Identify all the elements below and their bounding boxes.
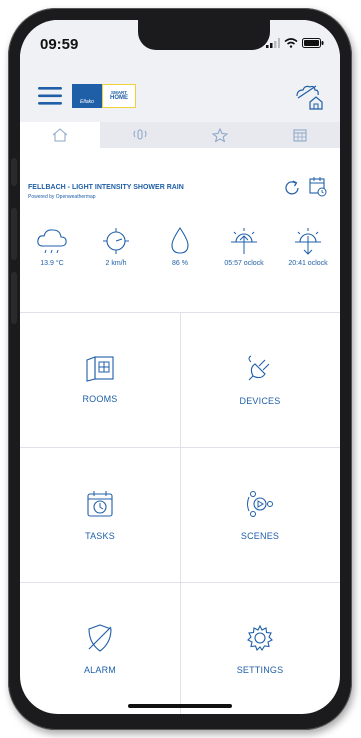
humidity-drop-icon [171, 227, 189, 254]
sunset-icon [295, 228, 321, 255]
menu-settings-button[interactable]: SETTINGS [180, 582, 340, 714]
smart-home-badge: SMART HOME [102, 84, 136, 108]
brand-logo: Eltako SMART HOME [72, 84, 136, 108]
tab-calendar[interactable] [260, 122, 340, 148]
menu-alarm-label: ALARM [83, 665, 116, 675]
menu-scenes-button[interactable]: SCENES [180, 447, 340, 582]
tab-sensors[interactable] [100, 122, 180, 148]
wifi-icon [284, 38, 298, 48]
eltako-logo-text: Eltako [80, 99, 94, 105]
weather-wind: 2 km/h [105, 260, 127, 267]
menu-rooms-label: ROOMS [82, 393, 118, 404]
scenes-icon [247, 490, 273, 517]
refresh-icon[interactable] [282, 178, 302, 198]
weather-title: FELLBACH - LIGHT INTENSITY SHOWER RAIN [28, 184, 184, 191]
tab-home[interactable] [20, 122, 100, 148]
weather-stat-humidity: 86 % [149, 226, 211, 296]
menu-settings-label: SETTINGS [236, 665, 284, 675]
weather-stats: 13.9 °C 2 km/h 86 % 05:57 oclock 20:41 o… [20, 226, 340, 296]
mute-switch [11, 158, 17, 186]
eltako-logo: Eltako [72, 84, 102, 108]
plug-icon [248, 355, 270, 380]
alarm-shield-icon [88, 624, 112, 652]
menu-tasks-label: TASKS [85, 530, 115, 541]
menu-devices-label: DEVICES [239, 395, 281, 406]
sunrise-icon [231, 228, 257, 254]
weather-stat-temperature: 13.9 °C [21, 226, 83, 296]
weather-calendar-icon[interactable] [308, 176, 328, 198]
status-icons [266, 38, 324, 48]
tab-favorites[interactable] [180, 122, 260, 148]
battery-icon [302, 38, 324, 48]
cloud-rain-icon [37, 229, 67, 254]
star-icon [212, 128, 228, 142]
volume-up-button [11, 208, 17, 260]
menu-devices-button[interactable]: DEVICES [180, 312, 340, 447]
weather-stat-wind: 2 km/h [85, 226, 147, 296]
weather-subtitle: Powered by Openweathermap [28, 194, 96, 200]
home-indicator[interactable] [128, 704, 232, 708]
phone-screen: 09:59 Eltako SMART HOME FELLBACH - LIGHT… [20, 20, 340, 714]
gear-icon [247, 624, 273, 652]
task-clock-icon [87, 490, 113, 517]
weather-sunrise: 05:57 oclock [224, 260, 264, 267]
menu-scenes-label: SCENES [240, 530, 280, 541]
menu-tasks-button[interactable]: TASKS [20, 447, 180, 582]
weather-temperature: 13.9 °C [40, 260, 64, 267]
offline-home-icon[interactable] [294, 84, 324, 110]
tab-bar [20, 122, 340, 148]
calendar-icon [293, 129, 307, 142]
weather-sunset: 20:41 oclock [288, 260, 328, 267]
menu-alarm-button[interactable]: ALARM [20, 582, 180, 714]
menu-rooms-button[interactable]: ROOMS [20, 312, 180, 447]
weather-humidity: 86 % [172, 260, 188, 267]
smart-home-badge-line2: HOME [110, 95, 128, 101]
wind-icon [103, 228, 129, 254]
weather-stat-sunset: 20:41 oclock [277, 226, 339, 296]
home-icon [52, 128, 68, 142]
menu-hamburger-icon[interactable] [38, 87, 62, 105]
app-bar: Eltako SMART HOME [20, 64, 340, 122]
weather-stat-sunrise: 05:57 oclock [213, 226, 275, 296]
main-menu-grid: ROOMS DEVICES TASKS SCENES ALARM SETTING… [20, 312, 340, 714]
notch [138, 20, 270, 50]
weather-header: FELLBACH - LIGHT INTENSITY SHOWER RAIN P… [20, 156, 340, 208]
status-time: 09:59 [40, 36, 79, 53]
volume-down-button [11, 272, 17, 324]
sensor-icon [133, 129, 147, 140]
rooms-icon [86, 355, 114, 382]
